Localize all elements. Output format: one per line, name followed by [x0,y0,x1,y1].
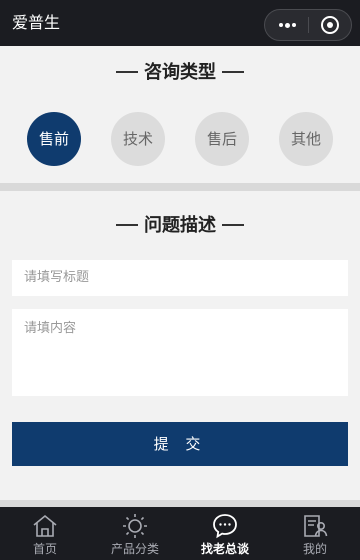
tab-products-label: 产品分类 [110,542,159,556]
consult-type-heading: 咨询类型 [0,61,360,85]
chat-icon [213,514,237,539]
consult-type-heading-text: 咨询类型 [144,62,216,83]
home-icon [33,514,57,537]
mini-program-capsule [264,9,352,41]
tab-home-label: 首页 [32,542,57,556]
heading-line-left [116,224,138,226]
type-other-button[interactable]: 其他 [279,112,333,166]
submit-button[interactable]: 提 交 [12,422,348,466]
tab-products[interactable]: 产品分类 [90,507,180,560]
type-aftersale-button[interactable]: 售后 [195,112,249,166]
type-technical-button[interactable]: 技术 [111,112,165,166]
heading-line-right [222,224,244,226]
app-title: 爱普生 [12,13,61,32]
problem-heading: 问题描述 [0,214,360,238]
problem-heading-text: 问题描述 [144,215,216,236]
tab-mine-label: 我的 [302,542,327,556]
profile-icon [304,515,328,537]
section-divider-bottom [0,500,360,507]
heading-line-right [222,71,244,73]
sun-icon [123,514,147,538]
heading-line-left [116,71,138,73]
close-target-icon[interactable] [309,10,352,40]
tab-mine[interactable]: 我的 [270,507,360,560]
title-input[interactable] [12,260,348,296]
bottom-tab-bar: 首页 产品分类 找老总谈 我的 [0,507,360,560]
top-bar: 爱普生 [0,0,360,46]
type-presale-button[interactable]: 售前 [27,112,81,166]
tab-talk-to-boss-label: 找老总谈 [200,542,249,556]
content-textarea[interactable] [12,309,348,396]
tab-talk-to-boss[interactable]: 找老总谈 [180,507,270,560]
tab-home[interactable]: 首页 [0,507,90,560]
section-divider [0,183,360,191]
more-dots-icon[interactable] [265,10,308,40]
